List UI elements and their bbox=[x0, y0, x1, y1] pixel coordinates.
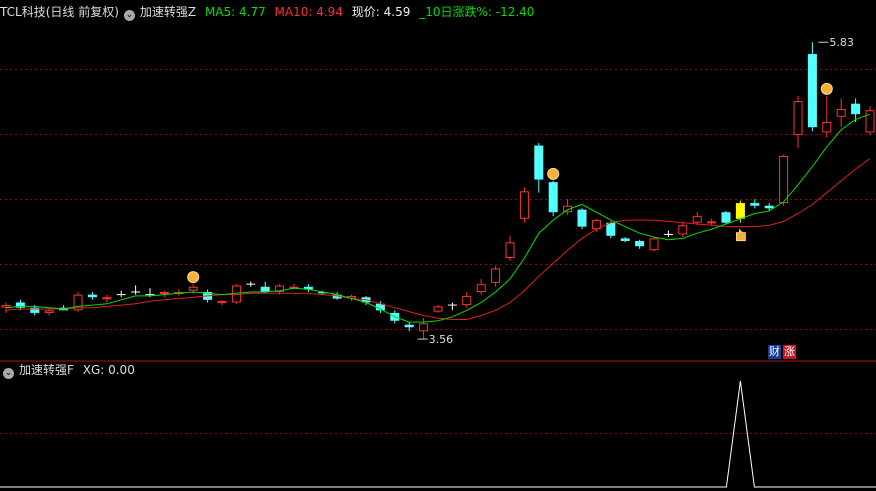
chart-canvas: 5.83 3.56 bbox=[0, 36, 876, 488]
sub-header: ⌄ 加速转强F XG: 0.00 bbox=[0, 361, 140, 379]
candle-body bbox=[620, 238, 630, 241]
candle-body bbox=[807, 54, 817, 128]
candle-body bbox=[779, 156, 789, 204]
sub-indicator-name[interactable]: 加速转强F bbox=[19, 363, 74, 377]
candle-body bbox=[30, 307, 40, 313]
candle-body bbox=[793, 101, 803, 136]
hand-icon bbox=[736, 228, 746, 242]
candle-body bbox=[851, 103, 861, 115]
sun-icon bbox=[820, 82, 833, 95]
sun-icon bbox=[187, 271, 200, 284]
low-label: 3.56 bbox=[429, 333, 454, 346]
candle-body bbox=[649, 238, 659, 251]
indicator-name[interactable]: 加速转强Z bbox=[140, 5, 196, 19]
candle-body bbox=[159, 292, 169, 294]
candle-body bbox=[404, 324, 414, 328]
candle-body bbox=[822, 122, 832, 133]
candle-body bbox=[707, 221, 717, 224]
chart-title: TCL科技(日线 前复权) bbox=[0, 5, 119, 19]
candle-body bbox=[721, 212, 731, 223]
candle-body bbox=[505, 242, 515, 259]
candle-body bbox=[577, 209, 587, 227]
change-readout: _10日涨跌%: -12.40 bbox=[419, 5, 535, 19]
candle-body bbox=[534, 145, 544, 180]
price-readout: 现价: 4.59 bbox=[351, 5, 411, 19]
candle-body bbox=[692, 216, 702, 223]
candle-body bbox=[491, 268, 501, 283]
candle-body bbox=[735, 203, 745, 219]
sun-icon bbox=[547, 167, 560, 180]
main-header: TCL科技(日线 前复权) ⌄ 加速转强Z MA5: 4.77 MA10: 4.94… bbox=[0, 3, 539, 21]
candle-body bbox=[217, 301, 227, 304]
candle-body bbox=[476, 284, 486, 292]
candle-body bbox=[548, 182, 558, 213]
chevron-down-icon[interactable]: ⌄ bbox=[3, 368, 14, 379]
candle-body bbox=[44, 310, 54, 313]
xg-readout: XG: 0.00 bbox=[82, 363, 135, 377]
candle-body bbox=[678, 225, 688, 235]
high-label: 5.83 bbox=[829, 36, 854, 49]
candle-body bbox=[433, 306, 443, 312]
candle-body bbox=[635, 241, 645, 247]
candle-body bbox=[764, 205, 774, 209]
candle-body bbox=[836, 108, 846, 117]
candle-body bbox=[188, 286, 198, 291]
candle-body bbox=[462, 295, 472, 306]
candle-body bbox=[102, 297, 112, 300]
candle-body bbox=[750, 203, 760, 206]
annotations-group: 5.83 3.56 bbox=[417, 36, 854, 346]
candle-body bbox=[419, 323, 429, 332]
candle-body bbox=[519, 191, 529, 219]
finance-badge[interactable]: 财 bbox=[768, 345, 781, 359]
candle-body bbox=[865, 110, 875, 133]
limit-up-badge[interactable]: 涨 bbox=[783, 345, 796, 359]
candles-group bbox=[1, 42, 875, 340]
candle-body bbox=[87, 294, 97, 298]
ma5-readout: MA5: 4.77 bbox=[204, 5, 266, 19]
ma10-readout: MA10: 4.94 bbox=[274, 5, 343, 19]
chevron-down-icon[interactable]: ⌄ bbox=[123, 10, 135, 21]
